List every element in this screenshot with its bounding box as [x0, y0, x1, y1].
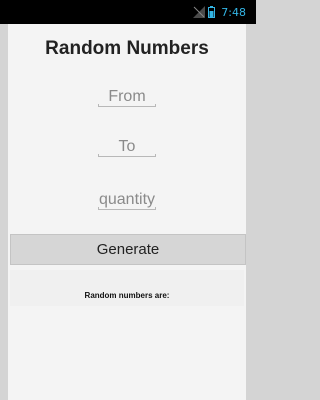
result-label: Random numbers are:	[84, 291, 170, 300]
result-panel	[10, 270, 244, 306]
from-input-underline	[98, 104, 156, 107]
app-title: Random Numbers	[45, 38, 209, 59]
app-screen: Random Numbers Generate Random numbers a…	[8, 24, 246, 400]
signal-icon	[193, 6, 206, 18]
to-input-underline	[98, 154, 156, 157]
clock: 7:48	[221, 5, 246, 19]
battery-icon	[208, 6, 216, 18]
status-icons: 7:48	[193, 4, 246, 20]
status-bar: 7:48	[0, 0, 256, 24]
quantity-input-underline	[98, 207, 156, 210]
generate-button[interactable]: Generate	[10, 234, 246, 265]
